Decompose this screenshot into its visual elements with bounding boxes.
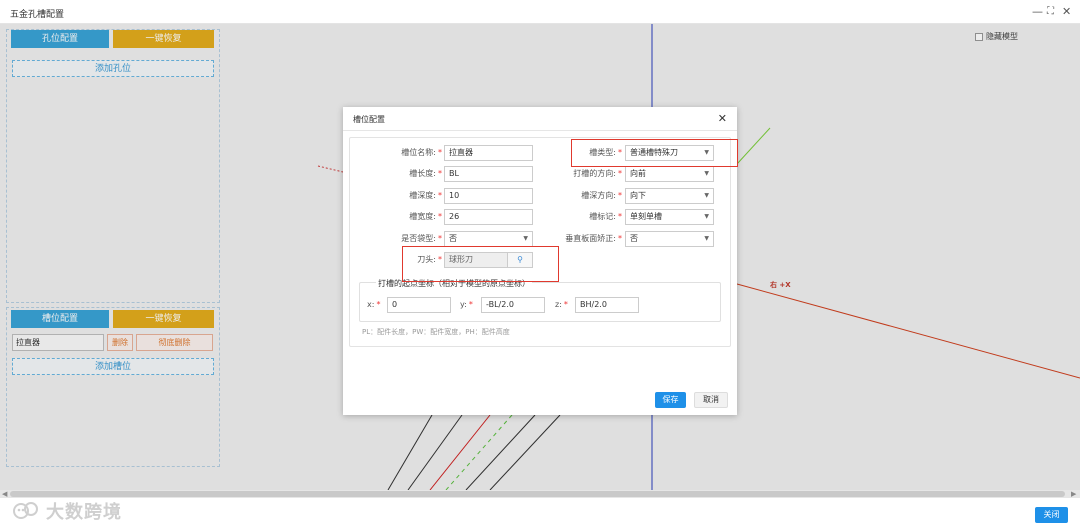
slot-width-label: 槽宽度: *	[409, 212, 442, 221]
close-icon[interactable]: ✕	[1062, 5, 1071, 19]
chevron-down-icon: ▼	[704, 170, 709, 177]
horizontal-scrollbar[interactable]: ◀ ▶	[0, 490, 1080, 498]
slot-direction-label: 打槽的方向: *	[573, 169, 622, 178]
window-titlebar: 五金孔槽配置 — ⛶ ✕	[0, 0, 1080, 24]
close-window-button[interactable]: 关闭	[1035, 507, 1068, 523]
depth-direction-label: 槽深方向: *	[581, 191, 622, 200]
scroll-right-icon[interactable]: ▶	[1071, 490, 1076, 498]
save-button[interactable]: 保存	[655, 392, 686, 408]
slot-depth-label: 槽深度: *	[409, 191, 442, 200]
watermark-text: 大数跨境	[46, 502, 122, 523]
chevron-down-icon: ▼	[704, 213, 709, 220]
vertical-correction-label: 垂直板面矫正: *	[565, 234, 622, 243]
depth-direction-select[interactable]: 向下 ▼	[625, 188, 714, 204]
dialog-close-icon[interactable]: ✕	[718, 112, 727, 125]
is-bag-type-label: 是否袋型: *	[401, 234, 442, 243]
slot-length-input[interactable]: BL	[444, 166, 533, 182]
chevron-down-icon: ▼	[704, 235, 709, 242]
scroll-left-icon[interactable]: ◀	[2, 490, 7, 498]
coord-z-input[interactable]: BH/2.0	[575, 297, 639, 313]
slot-direction-select[interactable]: 向前 ▼	[625, 166, 714, 182]
coord-z-label: z: *	[555, 300, 568, 309]
vertical-correction-select[interactable]: 否 ▼	[625, 231, 714, 247]
scrollbar-thumb[interactable]	[10, 491, 1065, 497]
chevron-down-icon: ▼	[523, 235, 528, 242]
minimize-icon[interactable]: —	[1032, 5, 1043, 19]
dimension-hint: PL：配件长度，PW：配件宽度，PH：配件高度	[362, 328, 510, 336]
slot-name-input[interactable]: 拉直器	[444, 145, 533, 161]
slot-name-label: 槽位名称: *	[401, 148, 442, 157]
cancel-button[interactable]: 取消	[694, 392, 728, 408]
slot-mark-select[interactable]: 单刻单槽 ▼	[625, 209, 714, 225]
dialog-title: 槽位配置	[353, 115, 385, 124]
coord-y-input[interactable]: -BL/2.0	[481, 297, 545, 313]
highlight-box-slot-type	[571, 139, 738, 167]
maximize-icon[interactable]: ⛶	[1047, 5, 1054, 19]
coord-x-input[interactable]: 0	[387, 297, 451, 313]
coord-y-label: y: *	[460, 300, 473, 309]
is-bag-type-select[interactable]: 否 ▼	[444, 231, 533, 247]
slot-mark-label: 槽标记: *	[589, 212, 622, 221]
slot-length-label: 槽长度: *	[409, 169, 442, 178]
coord-x-label: x: *	[367, 300, 381, 309]
chevron-down-icon: ▼	[704, 192, 709, 199]
dialog-header: 槽位配置 ✕	[343, 107, 737, 131]
window-title: 五金孔槽配置	[10, 10, 65, 20]
slot-width-input[interactable]: 26	[444, 209, 533, 225]
watermark-logo-icon	[13, 502, 38, 519]
slot-depth-input[interactable]: 10	[444, 188, 533, 204]
watermark: 大数跨境	[12, 498, 122, 524]
footer-bar	[0, 498, 1080, 530]
highlight-box-cutter	[402, 246, 559, 282]
